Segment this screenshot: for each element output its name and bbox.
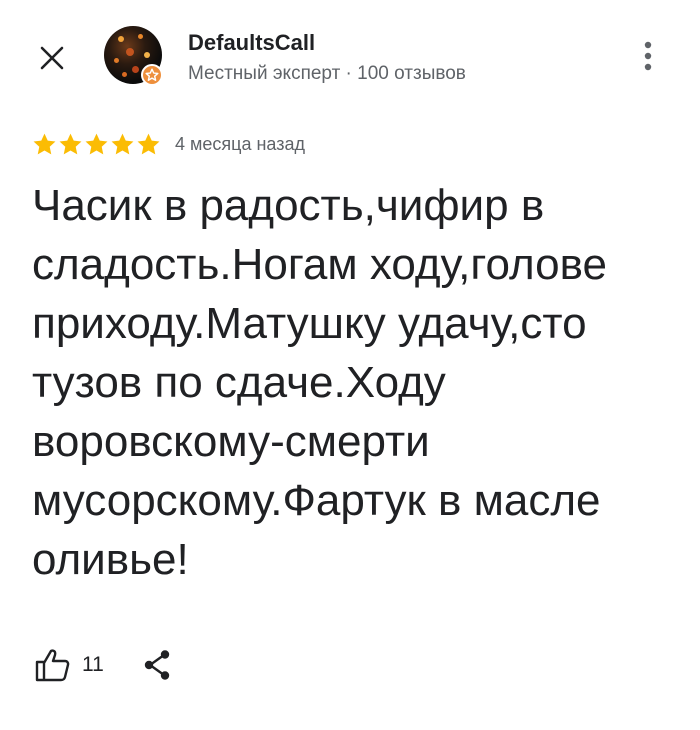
thumbs-up-icon <box>35 649 70 682</box>
share-icon <box>144 650 170 680</box>
star-icon <box>111 133 134 155</box>
rating-row: 4 месяца назад <box>32 132 305 156</box>
share-button[interactable] <box>142 649 172 681</box>
star-icon <box>33 133 56 155</box>
more-vertical-icon <box>644 41 652 71</box>
like-count: 11 <box>82 653 104 676</box>
more-options-button[interactable] <box>630 36 666 76</box>
avatar[interactable] <box>104 26 164 86</box>
close-icon <box>40 46 64 70</box>
review-actions: 11 <box>34 648 172 682</box>
like-button[interactable]: 11 <box>34 648 104 682</box>
local-guide-star-icon <box>145 68 159 81</box>
star-icon <box>59 133 82 155</box>
review-date: 4 месяца назад <box>175 133 305 154</box>
review-detail-page: DefaultsCall Местный эксперт · 100 отзыв… <box>0 0 700 730</box>
close-button[interactable] <box>32 38 72 78</box>
local-guide-badge <box>141 64 163 86</box>
star-rating <box>32 132 161 156</box>
star-icon <box>85 133 108 155</box>
star-icon <box>137 133 160 155</box>
review-text: Часик в радость,чифир в сладость.Ногам х… <box>32 181 607 584</box>
user-meta: Местный эксперт · 100 отзывов <box>188 63 466 84</box>
user-name[interactable]: DefaultsCall <box>188 30 315 56</box>
